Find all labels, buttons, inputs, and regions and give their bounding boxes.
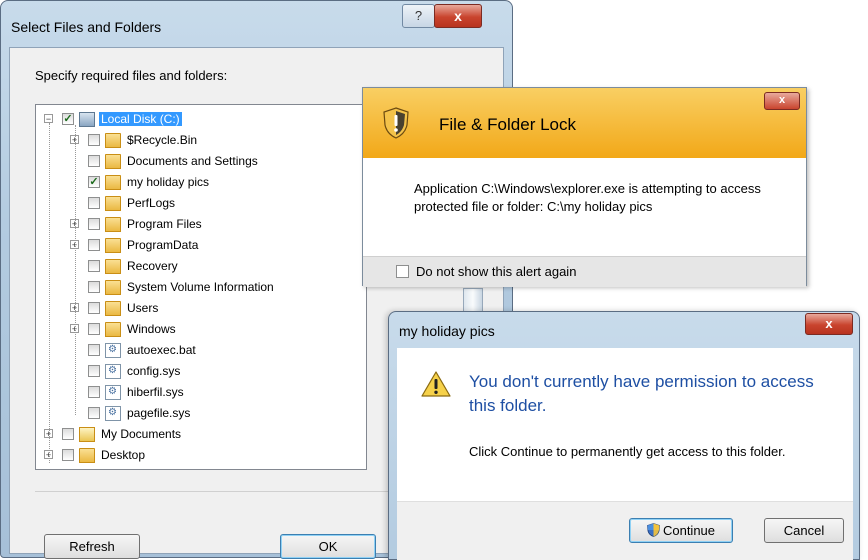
cancel-button[interactable]: Cancel	[764, 518, 844, 543]
do-not-show-checkbox[interactable]	[396, 265, 409, 278]
alert-header: File & Folder Lock x	[363, 88, 806, 158]
tree-node-label: Documents and Settings	[127, 154, 258, 168]
continue-label: Continue	[662, 523, 716, 538]
system-file-icon	[105, 406, 121, 421]
checkbox[interactable]	[88, 155, 100, 167]
tree-node-label: Local Disk (C:)	[99, 112, 182, 126]
checkbox[interactable]	[88, 365, 100, 377]
permission-message: Click Continue to permanently get access…	[469, 444, 786, 459]
folder-icon	[105, 238, 121, 253]
tree-node-label: Windows	[127, 322, 176, 336]
tree-node-label: System Volume Information	[127, 280, 274, 294]
tree-node-label: pagefile.sys	[127, 406, 191, 420]
checkbox[interactable]	[88, 281, 100, 293]
checkbox[interactable]	[88, 344, 100, 356]
tree-node-label: $Recycle.Bin	[127, 133, 198, 147]
shield-warning-icon	[383, 107, 409, 139]
dialog-body: You don't currently have permission to a…	[397, 348, 853, 501]
help-button[interactable]: ?	[402, 4, 435, 28]
folder-icon	[105, 217, 121, 232]
tree-node-label: Users	[127, 301, 159, 315]
tree-node-label: My Documents	[101, 427, 182, 441]
close-button[interactable]: x	[805, 313, 853, 335]
permission-dialog: my holiday pics x You don't currently ha…	[388, 311, 860, 560]
window-title: my holiday pics	[399, 323, 495, 339]
checkbox[interactable]: ✓	[62, 113, 74, 125]
close-button[interactable]: x	[764, 92, 800, 110]
checkbox[interactable]	[88, 134, 100, 146]
tree-node-label: hiberfil.sys	[127, 385, 184, 399]
collapse-icon[interactable]: −	[44, 114, 53, 124]
system-file-icon	[105, 364, 121, 379]
checkbox[interactable]	[88, 197, 100, 209]
tree-node-label: ProgramData	[127, 238, 199, 252]
tree-node-label: Desktop	[101, 448, 146, 462]
tree-node-label: my holiday pics	[127, 175, 210, 189]
folder-icon	[105, 154, 121, 169]
folder-icon	[105, 280, 121, 295]
checkbox[interactable]	[88, 407, 100, 419]
tree-connector-line	[75, 125, 76, 415]
permission-heading: You don't currently have permission to a…	[469, 372, 814, 415]
folder-icon	[79, 448, 95, 463]
alert-message: Application C:\Windows\explorer.exe is a…	[414, 181, 761, 214]
continue-button[interactable]: Continue	[629, 518, 733, 543]
prompt-label: Specify required files and folders:	[35, 68, 228, 83]
folder-icon	[105, 259, 121, 274]
file-folder-lock-alert: File & Folder Lock x Application C:\Wind…	[362, 87, 807, 287]
checkbox[interactable]	[88, 218, 100, 230]
tree-node-label: autoexec.bat	[127, 343, 196, 357]
tree-node-label: Program Files	[127, 217, 202, 231]
folder-icon	[105, 133, 121, 148]
folder-icon	[105, 322, 121, 337]
folder-icon	[105, 301, 121, 316]
folder-icon	[105, 196, 121, 211]
checkbox[interactable]	[88, 302, 100, 314]
dialog-footer: Continue Cancel	[397, 501, 853, 560]
alert-title: File & Folder Lock	[439, 115, 576, 134]
folder-icon	[105, 175, 121, 190]
ok-button[interactable]: OK	[280, 534, 376, 559]
window-title: Select Files and Folders	[11, 19, 162, 35]
tree-node-label: Recovery	[127, 259, 178, 273]
folder-tree[interactable]: − ✓ Local Disk (C:) + $Recycle.Bin Documen…	[35, 104, 367, 470]
close-button[interactable]: x	[434, 4, 482, 28]
checkbox[interactable]	[88, 260, 100, 272]
alert-footer: Do not show this alert again	[363, 256, 806, 287]
uac-shield-icon	[647, 523, 660, 537]
checkbox[interactable]	[88, 386, 100, 398]
tree-node-label: config.sys	[127, 364, 181, 378]
checkbox[interactable]: ✓	[88, 176, 100, 188]
drive-icon	[79, 112, 95, 127]
checkbox[interactable]	[88, 323, 100, 335]
warning-icon	[421, 371, 451, 397]
documents-folder-icon	[79, 427, 95, 442]
tree-node-label: PerfLogs	[127, 196, 176, 210]
checkbox[interactable]	[62, 449, 74, 461]
refresh-button[interactable]: Refresh	[44, 534, 140, 559]
tree-connector-line	[49, 123, 50, 463]
checkbox[interactable]	[88, 239, 100, 251]
system-file-icon	[105, 343, 121, 358]
do-not-show-label[interactable]: Do not show this alert again	[416, 264, 576, 279]
system-file-icon	[105, 385, 121, 400]
checkbox[interactable]	[62, 428, 74, 440]
